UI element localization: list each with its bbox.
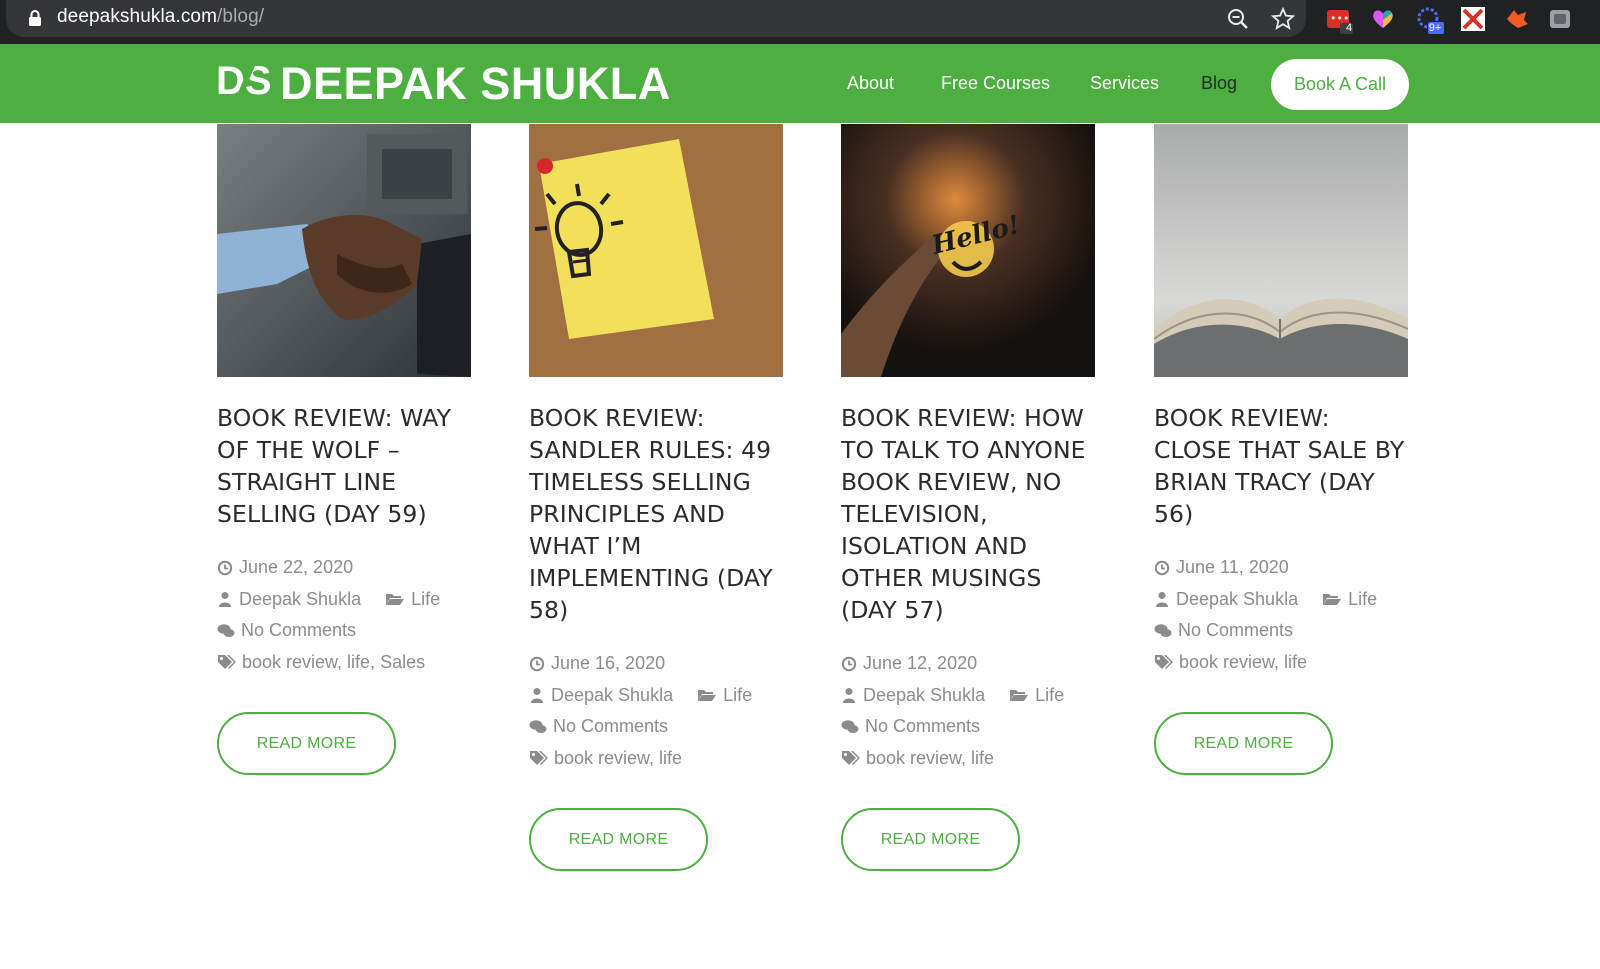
post-category[interactable]: Life xyxy=(1035,680,1064,712)
extension-heart-icon[interactable] xyxy=(1370,6,1396,32)
post-title[interactable]: BOOK REVIEW: SANDLER RULES: 49 TIMELESS … xyxy=(529,402,783,626)
blog-post-card: Hello! BOOK REVIEW: HOW TO TALK TO ANYON… xyxy=(841,124,1095,871)
post-title[interactable]: BOOK REVIEW: HOW TO TALK TO ANYONE BOOK … xyxy=(841,402,1095,626)
extension-fox-icon[interactable] xyxy=(1504,6,1530,32)
tags-icon xyxy=(1154,654,1173,670)
read-more-button[interactable]: READ MORE xyxy=(217,712,396,775)
user-icon xyxy=(529,687,545,704)
site-header: DS DEEPAK SHUKLA About Free Courses Serv… xyxy=(0,44,1600,123)
post-meta: June 22, 2020 Deepak Shukla Life No Comme… xyxy=(217,552,471,678)
post-title[interactable]: BOOK REVIEW: WAY OF THE WOLF – STRAIGHT … xyxy=(217,402,471,530)
read-more-button[interactable]: READ MORE xyxy=(1154,712,1333,775)
read-more-button[interactable]: READ MORE xyxy=(841,808,1020,871)
logo-text: DEEPAK SHUKLA xyxy=(280,58,671,109)
nav-about[interactable]: About xyxy=(847,73,894,94)
extension-badge: 9+ xyxy=(1428,22,1442,34)
blog-post-card: BOOK REVIEW: CLOSE THAT SALE BY BRIAN TR… xyxy=(1154,124,1408,775)
post-thumbnail-lightbulb-note[interactable] xyxy=(529,124,783,377)
post-comments[interactable]: No Comments xyxy=(865,711,980,743)
post-title[interactable]: BOOK REVIEW: CLOSE THAT SALE BY BRIAN TR… xyxy=(1154,402,1408,530)
blog-post-card: BOOK REVIEW: WAY OF THE WOLF – STRAIGHT … xyxy=(217,124,471,775)
lock-icon xyxy=(28,10,42,26)
post-thumbnail-open-book[interactable] xyxy=(1154,124,1408,377)
comments-icon xyxy=(841,719,859,735)
post-meta: June 12, 2020 Deepak Shukla Life No Comme… xyxy=(841,648,1095,774)
post-tags[interactable]: book review, life xyxy=(1179,647,1307,679)
extension-badge: 4 xyxy=(1345,22,1353,34)
post-author[interactable]: Deepak Shukla xyxy=(1176,584,1298,616)
logo-mark: DS xyxy=(216,58,272,110)
post-author[interactable]: Deepak Shukla xyxy=(239,584,361,616)
post-category[interactable]: Life xyxy=(1348,584,1377,616)
address-bar[interactable]: deepakshukla.com/blog/ xyxy=(6,0,1306,37)
post-category[interactable]: Life xyxy=(411,584,440,616)
read-more-button[interactable]: READ MORE xyxy=(529,808,708,871)
nav-free-courses[interactable]: Free Courses xyxy=(941,73,1050,94)
user-icon xyxy=(841,687,857,704)
nav-blog[interactable]: Blog xyxy=(1201,73,1237,94)
post-tags[interactable]: book review, life, Sales xyxy=(242,647,425,679)
post-date: June 22, 2020 xyxy=(239,557,354,577)
clock-icon xyxy=(529,656,545,672)
user-icon xyxy=(217,591,233,608)
clock-icon xyxy=(217,560,233,576)
zoom-icon[interactable] xyxy=(1225,6,1251,32)
post-date: June 16, 2020 xyxy=(551,653,666,673)
folder-icon xyxy=(385,591,405,607)
profile-icon[interactable] xyxy=(1548,6,1574,32)
url-text: deepakshukla.com/blog/ xyxy=(57,6,265,27)
tags-icon xyxy=(217,654,236,670)
post-category[interactable]: Life xyxy=(723,680,752,712)
extension-x-icon[interactable] xyxy=(1460,6,1486,32)
blog-post-card: BOOK REVIEW: SANDLER RULES: 49 TIMELESS … xyxy=(529,124,783,871)
folder-icon xyxy=(1009,687,1029,703)
post-thumbnail-hello-sign[interactable]: Hello! xyxy=(841,124,1095,377)
post-comments[interactable]: No Comments xyxy=(553,711,668,743)
site-logo[interactable]: DS DEEPAK SHUKLA xyxy=(216,58,671,110)
post-meta: June 11, 2020 Deepak Shukla Life No Comme… xyxy=(1154,552,1408,678)
post-author[interactable]: Deepak Shukla xyxy=(863,680,985,712)
post-comments[interactable]: No Comments xyxy=(1178,615,1293,647)
post-date: June 11, 2020 xyxy=(1176,557,1289,577)
comments-icon xyxy=(529,719,547,735)
book-a-call-button[interactable]: Book A Call xyxy=(1271,59,1409,110)
comments-icon xyxy=(1154,623,1172,639)
tags-icon xyxy=(841,750,860,766)
tags-icon xyxy=(529,750,548,766)
post-author[interactable]: Deepak Shukla xyxy=(551,680,673,712)
star-icon[interactable] xyxy=(1270,6,1296,32)
comments-icon xyxy=(217,623,235,639)
post-date: June 12, 2020 xyxy=(863,653,978,673)
browser-toolbar: deepakshukla.com/blog/ ••• 4 9+ xyxy=(0,0,1600,44)
post-tags[interactable]: book review, life xyxy=(866,743,994,775)
post-meta: June 16, 2020 Deepak Shukla Life No Comme… xyxy=(529,648,783,774)
user-icon xyxy=(1154,591,1170,608)
post-tags[interactable]: book review, life xyxy=(554,743,682,775)
post-comments[interactable]: No Comments xyxy=(241,615,356,647)
folder-icon xyxy=(697,687,717,703)
clock-icon xyxy=(1154,560,1170,576)
post-thumbnail-handshake[interactable] xyxy=(217,124,471,377)
folder-icon xyxy=(1322,591,1342,607)
clock-icon xyxy=(841,656,857,672)
nav-services[interactable]: Services xyxy=(1090,73,1159,94)
